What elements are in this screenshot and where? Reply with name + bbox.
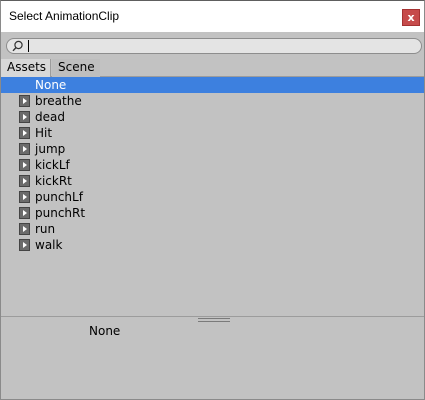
tab-scene[interactable]: Scene <box>52 59 100 77</box>
list-item-label: kickRt <box>35 174 72 188</box>
list-item-label: jump <box>35 142 66 156</box>
list-item-label: breathe <box>35 94 82 108</box>
animation-clip-icon <box>19 159 30 171</box>
object-picker-window: Select AnimationClip x Assets Scene None… <box>0 0 425 400</box>
list-item[interactable]: kickRt <box>1 173 424 189</box>
animation-clip-icon <box>19 239 30 251</box>
list-item-label: None <box>35 78 67 92</box>
list-item-label: punchLf <box>35 190 83 204</box>
animation-clip-icon <box>19 143 30 155</box>
search-icon <box>12 40 23 52</box>
list-item[interactable]: dead <box>1 109 424 125</box>
resize-handle[interactable] <box>198 318 230 323</box>
animation-clip-icon <box>19 95 30 107</box>
list-item-label: punchRt <box>35 206 86 220</box>
window-title: Select AnimationClip <box>9 9 120 23</box>
search-input[interactable] <box>6 38 422 54</box>
asset-list: None breathe dead Hit jump kickLf kickRt punchL… <box>1 77 424 253</box>
list-item[interactable]: run <box>1 221 424 237</box>
list-item[interactable]: walk <box>1 237 424 253</box>
animation-clip-icon <box>19 175 30 187</box>
list-item-label: walk <box>35 238 63 252</box>
animation-clip-icon <box>19 111 30 123</box>
list-item[interactable]: None <box>1 77 424 93</box>
text-caret <box>28 40 29 52</box>
divider <box>1 316 424 317</box>
animation-clip-icon <box>19 127 30 139</box>
list-item-label: kickLf <box>35 158 70 172</box>
list-item[interactable]: punchLf <box>1 189 424 205</box>
tab-assets[interactable]: Assets <box>1 59 51 77</box>
list-item[interactable]: punchRt <box>1 205 424 221</box>
animation-clip-icon <box>19 223 30 235</box>
preview-label: None <box>89 324 121 338</box>
title-bar[interactable]: Select AnimationClip x <box>1 1 424 32</box>
list-item-label: dead <box>35 110 65 124</box>
list-item[interactable]: Hit <box>1 125 424 141</box>
tab-bar: Assets Scene <box>1 59 424 77</box>
list-item-label: Hit <box>35 126 53 140</box>
close-button[interactable]: x <box>402 9 420 26</box>
close-icon: x <box>407 11 415 24</box>
list-item[interactable]: breathe <box>1 93 424 109</box>
animation-clip-icon <box>19 207 30 219</box>
list-item[interactable]: kickLf <box>1 157 424 173</box>
list-item-label: run <box>35 222 56 236</box>
animation-clip-icon <box>19 191 30 203</box>
list-item[interactable]: jump <box>1 141 424 157</box>
